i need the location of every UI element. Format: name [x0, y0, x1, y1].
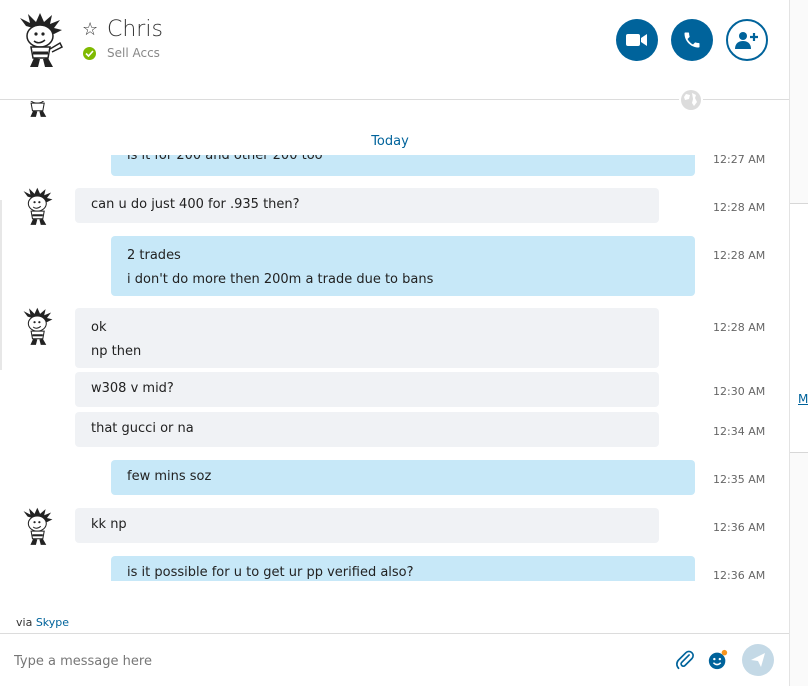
message-time: 12:28 AM	[713, 249, 766, 262]
video-call-button[interactable]	[616, 19, 658, 61]
incoming-message[interactable]: can u do just 400 for .935 then?	[75, 188, 659, 223]
status-message: Sell Accs	[107, 46, 160, 60]
add-contact-button[interactable]	[726, 19, 768, 61]
online-status-icon	[83, 47, 96, 60]
outgoing-message[interactable]: 2 trades i don't do more then 200m a tra…	[111, 236, 695, 296]
message-text: 2 trades	[127, 248, 181, 263]
incoming-message[interactable]: kk np	[75, 508, 659, 543]
message-text: np then	[91, 344, 142, 359]
message-text: can u do just 400 for .935 then?	[91, 197, 300, 212]
message-time: 12:28 AM	[713, 201, 766, 214]
contact-name: Chris	[107, 17, 163, 42]
skype-link[interactable]: Skype	[36, 616, 69, 629]
message-time: 12:30 AM	[713, 385, 766, 398]
incoming-message[interactable]: w308 v mid?	[75, 372, 659, 407]
message-composer	[0, 633, 789, 686]
emoji-icon[interactable]	[707, 649, 729, 671]
message-text: is it possible for u to get ur pp verifi…	[127, 565, 414, 580]
via-label: via	[16, 616, 33, 629]
message-time: 12:35 AM	[713, 473, 766, 486]
avatar[interactable]	[18, 507, 58, 547]
message-time: 12:36 AM	[713, 569, 766, 581]
audio-call-icon	[684, 32, 700, 48]
star-icon[interactable]: ☆	[82, 21, 98, 39]
attach-icon[interactable]	[674, 649, 696, 671]
message-text: few mins soz	[127, 469, 212, 484]
avatar[interactable]	[12, 12, 70, 70]
avatar[interactable]	[18, 187, 58, 227]
conversation-header: ☆ Chris Sell Accs	[0, 0, 789, 111]
message-text: i don't do more then 200m a trade due to…	[127, 272, 434, 287]
date-separator: Today	[371, 134, 409, 149]
incoming-message[interactable]: ok np then	[75, 308, 659, 368]
message-time: 12:36 AM	[713, 521, 766, 534]
message-text: that gucci or na	[91, 421, 194, 436]
video-call-icon	[626, 34, 647, 46]
add-contact-icon	[735, 32, 758, 49]
incoming-message[interactable]: that gucci or na	[75, 412, 659, 447]
avatar	[30, 101, 47, 117]
audio-call-button[interactable]	[671, 19, 713, 61]
via-skype-line: via Skype	[16, 616, 69, 629]
avatar[interactable]	[18, 307, 58, 347]
message-text: w308 v mid?	[91, 381, 174, 396]
message-input[interactable]	[14, 648, 654, 674]
background-panel	[788, 203, 808, 453]
send-button[interactable]	[742, 644, 774, 676]
message-time: 12:28 AM	[713, 321, 766, 334]
message-time: 12:34 AM	[713, 425, 766, 438]
message-text: kk np	[91, 517, 127, 532]
outgoing-message[interactable]: is it possible for u to get ur pp verifi…	[111, 556, 695, 581]
message-text: ok	[91, 320, 107, 335]
outgoing-message[interactable]: few mins soz	[111, 460, 695, 495]
message-list[interactable]: is it for 200 and other 200 too 12:27 AM…	[0, 101, 789, 581]
send-icon	[751, 653, 765, 667]
chat-window: ☆ Chris Sell Accs is it for 200 and othe…	[0, 0, 790, 686]
background-link[interactable]: M	[798, 392, 808, 406]
